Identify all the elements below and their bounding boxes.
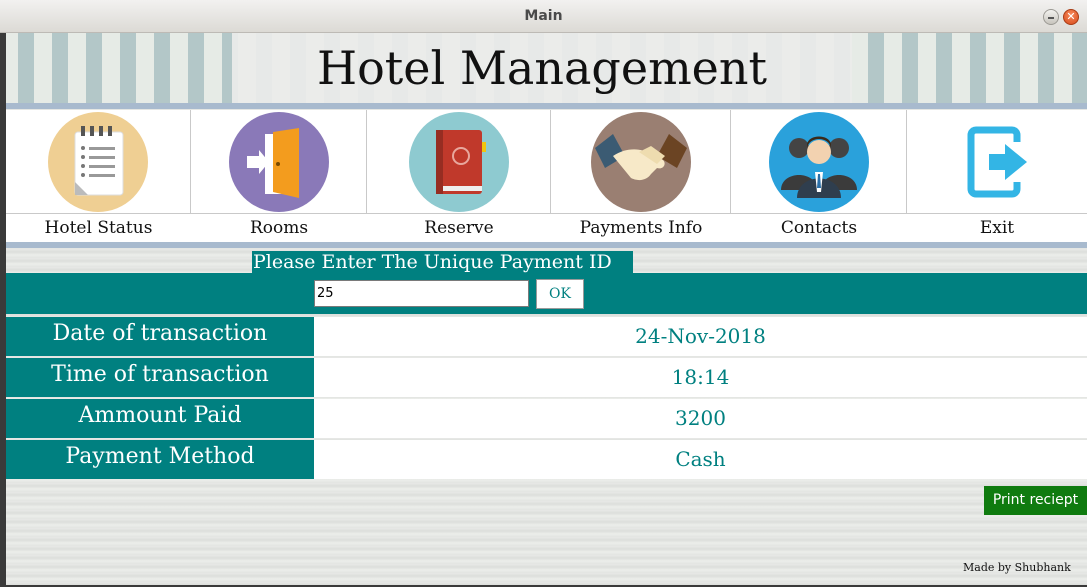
title-banner: Hotel Management System: [232, 33, 852, 165]
detail-label: Payment Method: [6, 440, 314, 479]
nav-label-contacts[interactable]: Contacts: [731, 214, 907, 242]
nav-payments-info[interactable]: [551, 110, 731, 213]
detail-row-time: Time of transaction 18:14: [6, 358, 1087, 397]
payment-id-input[interactable]: [314, 280, 529, 307]
detail-row-method: Payment Method Cash: [6, 440, 1087, 479]
detail-value: 18:14: [314, 358, 1087, 397]
detail-row-amount: Ammount Paid 3200: [6, 399, 1087, 438]
detail-label: Time of transaction: [6, 358, 314, 397]
minimize-button[interactable]: [1043, 9, 1059, 25]
window-titlebar: Main ✕: [0, 0, 1087, 33]
detail-value: 3200: [314, 399, 1087, 438]
clipboard-icon: [48, 112, 148, 212]
ok-button[interactable]: OK: [536, 279, 584, 309]
nav-label-rooms[interactable]: Rooms: [191, 214, 367, 242]
nav-contacts[interactable]: [731, 110, 907, 213]
handshake-icon: [590, 112, 691, 212]
detail-value: 24-Nov-2018: [314, 317, 1087, 356]
nav-label-exit[interactable]: Exit: [907, 214, 1087, 242]
nav-reserve[interactable]: [367, 110, 551, 213]
nav-rooms[interactable]: [191, 110, 367, 213]
header: Hotel Management System: [6, 33, 1087, 165]
detail-value: Cash: [314, 440, 1087, 479]
nav-label-payments-info[interactable]: Payments Info: [551, 214, 731, 242]
nav-bar: [6, 110, 1087, 213]
app-window: Hotel Management System: [6, 33, 1087, 585]
door-icon: [228, 112, 329, 212]
book-icon: [408, 112, 509, 212]
window-title: Main: [524, 8, 563, 24]
exit-icon: [947, 112, 1047, 212]
credit-text: Made by Shubhank: [963, 561, 1071, 574]
detail-label: Ammount Paid: [6, 399, 314, 438]
divider: [6, 103, 1087, 109]
nav-hotel-status[interactable]: [6, 110, 191, 213]
nav-labels: Hotel Status Rooms Reserve Payments Info…: [6, 213, 1087, 242]
print-receipt-button[interactable]: Print reciept: [984, 486, 1087, 515]
close-button[interactable]: ✕: [1063, 9, 1079, 25]
detail-row-date: Date of transaction 24-Nov-2018: [6, 317, 1087, 356]
detail-label: Date of transaction: [6, 317, 314, 356]
divider: [6, 242, 1087, 248]
nav-label-hotel-status[interactable]: Hotel Status: [6, 214, 191, 242]
nav-exit[interactable]: [907, 110, 1087, 213]
payment-id-prompt: Please Enter The Unique Payment ID: [252, 251, 633, 274]
people-icon: [768, 112, 869, 212]
nav-label-reserve[interactable]: Reserve: [367, 214, 551, 242]
